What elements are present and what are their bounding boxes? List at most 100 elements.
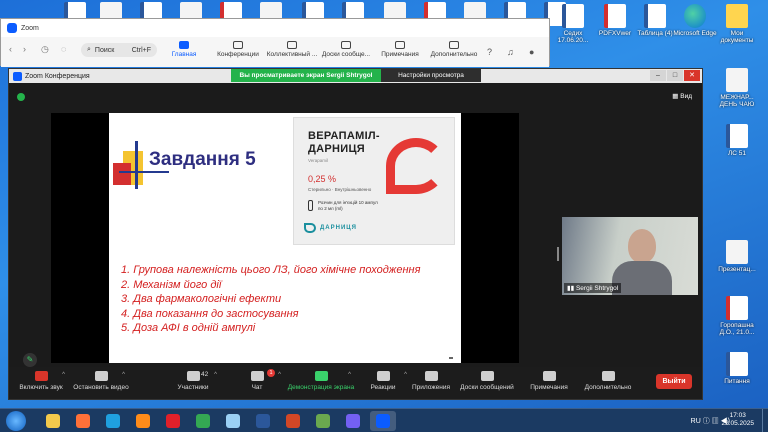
slide-task-item: 5. Доза АФІ в одній ампулі	[121, 322, 256, 334]
tab-label: Конференции	[217, 51, 259, 58]
start-button[interactable]	[6, 411, 26, 431]
view-button[interactable]: ▦ Вид	[672, 92, 692, 100]
slide-deco-red	[113, 163, 131, 185]
desktop-icon[interactable]: Презентац...	[714, 240, 760, 273]
help-icon[interactable]: ⓘ	[703, 418, 710, 425]
chevron-up-icon[interactable]: ^	[278, 372, 281, 378]
close-icon[interactable]: ✕	[684, 70, 700, 81]
taskbar-app[interactable]	[130, 411, 156, 431]
desktop-icon[interactable]: ЛС 51	[714, 124, 760, 157]
search-box[interactable]: ⌕ Поиск Ctrl+F	[81, 43, 157, 57]
desktop-icon[interactable]: МЕЖНАР... ДЕНЬ ЧАЮ	[714, 68, 760, 109]
darnitsa-logo-small	[304, 223, 316, 233]
chevron-up-icon[interactable]: ^	[214, 372, 217, 378]
tab-label: Доски сообще...	[321, 51, 371, 58]
apps-icon	[424, 371, 438, 381]
clock-date: 22.05.2025	[721, 420, 754, 427]
video-button[interactable]: Остановить видео ^	[71, 369, 131, 391]
medicine-brand: ДАРНИЦЯ	[320, 225, 357, 231]
mail-icon	[316, 414, 330, 428]
tab-0[interactable]: Главная	[157, 41, 211, 58]
chat-icon	[250, 371, 264, 381]
bell-icon[interactable]: ♫	[507, 47, 514, 57]
presentation-slide: Завдання 5 ВЕРАПАМІЛ-ДАРНИЦЯ Verapamil 0…	[109, 113, 461, 363]
taskbar-app[interactable]	[70, 411, 96, 431]
back-arrow-icon[interactable]: ‹	[9, 44, 12, 54]
minimize-icon[interactable]: –	[650, 70, 666, 81]
taskbar-app[interactable]	[370, 411, 396, 431]
clock[interactable]: 17:03 22.05.2025	[721, 412, 754, 428]
tab-icon	[233, 41, 243, 49]
desktop-icon[interactable]: Горопашна Д.О., 21.0...	[714, 296, 760, 337]
taskbar-app[interactable]	[340, 411, 366, 431]
taskbar: RU ⓘ ▥ ◀) 17:03 22.05.2025	[0, 408, 768, 432]
taskbar-app[interactable]	[250, 411, 276, 431]
taskbar-app[interactable]	[160, 411, 186, 431]
desktop-icon[interactable]: Седих 17.06.20...	[550, 4, 596, 45]
notes-icon	[542, 371, 556, 381]
network-icon[interactable]: ▥	[712, 418, 719, 425]
annotate-pen-icon[interactable]: ✎	[23, 353, 37, 367]
file-icon	[644, 4, 666, 28]
history-icon[interactable]: ◷	[41, 44, 49, 55]
file-icon	[604, 4, 626, 28]
split-handle[interactable]	[557, 247, 559, 261]
tab-label: Примечания	[381, 51, 419, 58]
file-icon	[726, 124, 748, 148]
taskbar-app[interactable]	[310, 411, 336, 431]
taskbar-app[interactable]	[220, 411, 246, 431]
participants-button[interactable]: 42 Участники ^	[163, 369, 223, 391]
desktop-icon-label: PDFXVwer	[598, 30, 632, 37]
desktop-icon[interactable]: Мои документы	[714, 4, 760, 45]
desktop-icon-label: Мои документы	[720, 30, 754, 45]
clock-time: 17:03	[729, 412, 746, 419]
medicine-latin: Verapamil	[308, 158, 329, 163]
show-desktop-button[interactable]	[762, 409, 768, 432]
chat-button[interactable]: 1 Чат ^	[227, 369, 287, 391]
taskbar-app[interactable]	[190, 411, 216, 431]
desktop-icon[interactable]: Microsoft Edge	[672, 4, 718, 37]
tab-4[interactable]: Примечания	[373, 41, 427, 58]
desktop-icon-label: МЕЖНАР... ДЕНЬ ЧАЮ	[719, 94, 755, 109]
mic-button[interactable]: Включить звук ^	[11, 369, 71, 391]
view-options-button[interactable]: Настройки просмотра	[381, 69, 481, 82]
camera-icon	[94, 371, 108, 381]
taskbar-app[interactable]	[280, 411, 306, 431]
taskbar-app[interactable]	[100, 411, 126, 431]
share-banner: Вы просматриваете экран Sergii Shtrygol …	[231, 69, 481, 82]
tab-icon	[179, 41, 189, 49]
chevron-up-icon[interactable]: ^	[122, 372, 125, 378]
tab-2[interactable]: Коллективный ...	[265, 41, 319, 58]
shield-icon[interactable]	[17, 93, 25, 101]
chevron-up-icon[interactable]: ^	[348, 372, 351, 378]
maximize-icon[interactable]: □	[667, 70, 683, 81]
desktop-icon-label: Презентац...	[718, 266, 756, 273]
apps-button[interactable]: Приложения	[401, 369, 461, 391]
tab-5[interactable]: Дополнительно	[427, 41, 481, 58]
search-label: Поиск	[94, 46, 115, 54]
history-icon-2[interactable]: ◌	[61, 44, 66, 54]
language-indicator[interactable]: RU	[691, 418, 701, 425]
forward-arrow-icon[interactable]: ›	[23, 44, 26, 54]
more-button[interactable]: Дополнительно	[575, 369, 641, 391]
slide-task-item: 3. Два фармакологічні ефекти	[121, 293, 282, 305]
media-player-icon	[136, 414, 150, 428]
participant-video[interactable]: ▮▮ Sergii Shtrygol	[562, 217, 698, 295]
chevron-up-icon[interactable]: ^	[62, 372, 65, 378]
help-icon[interactable]: ?	[487, 47, 492, 57]
share-screen-icon	[314, 371, 328, 381]
slide-task-item: 2. Механізм його дії	[121, 278, 222, 291]
file-icon	[726, 68, 748, 92]
tab-3[interactable]: Доски сообще...	[319, 41, 373, 58]
whiteboards-button[interactable]: Доски сообщений	[455, 369, 519, 391]
tab-1[interactable]: Конференции	[211, 41, 265, 58]
leave-button[interactable]: Выйти	[656, 374, 692, 389]
avatar[interactable]: ●	[529, 47, 534, 57]
notes-button[interactable]: Примечания	[519, 369, 579, 391]
share-screen-button[interactable]: Демонстрация экрана ^	[285, 369, 357, 391]
taskbar-app[interactable]	[40, 411, 66, 431]
slide-task-item: 4. Два показання до застосування	[121, 307, 299, 320]
file-explorer-icon	[46, 414, 60, 428]
desktop-icon[interactable]: Питання	[714, 352, 760, 385]
medicine-package: Розчин для ін'єкцій 10 ампул по 2 мл (ml…	[318, 200, 378, 211]
